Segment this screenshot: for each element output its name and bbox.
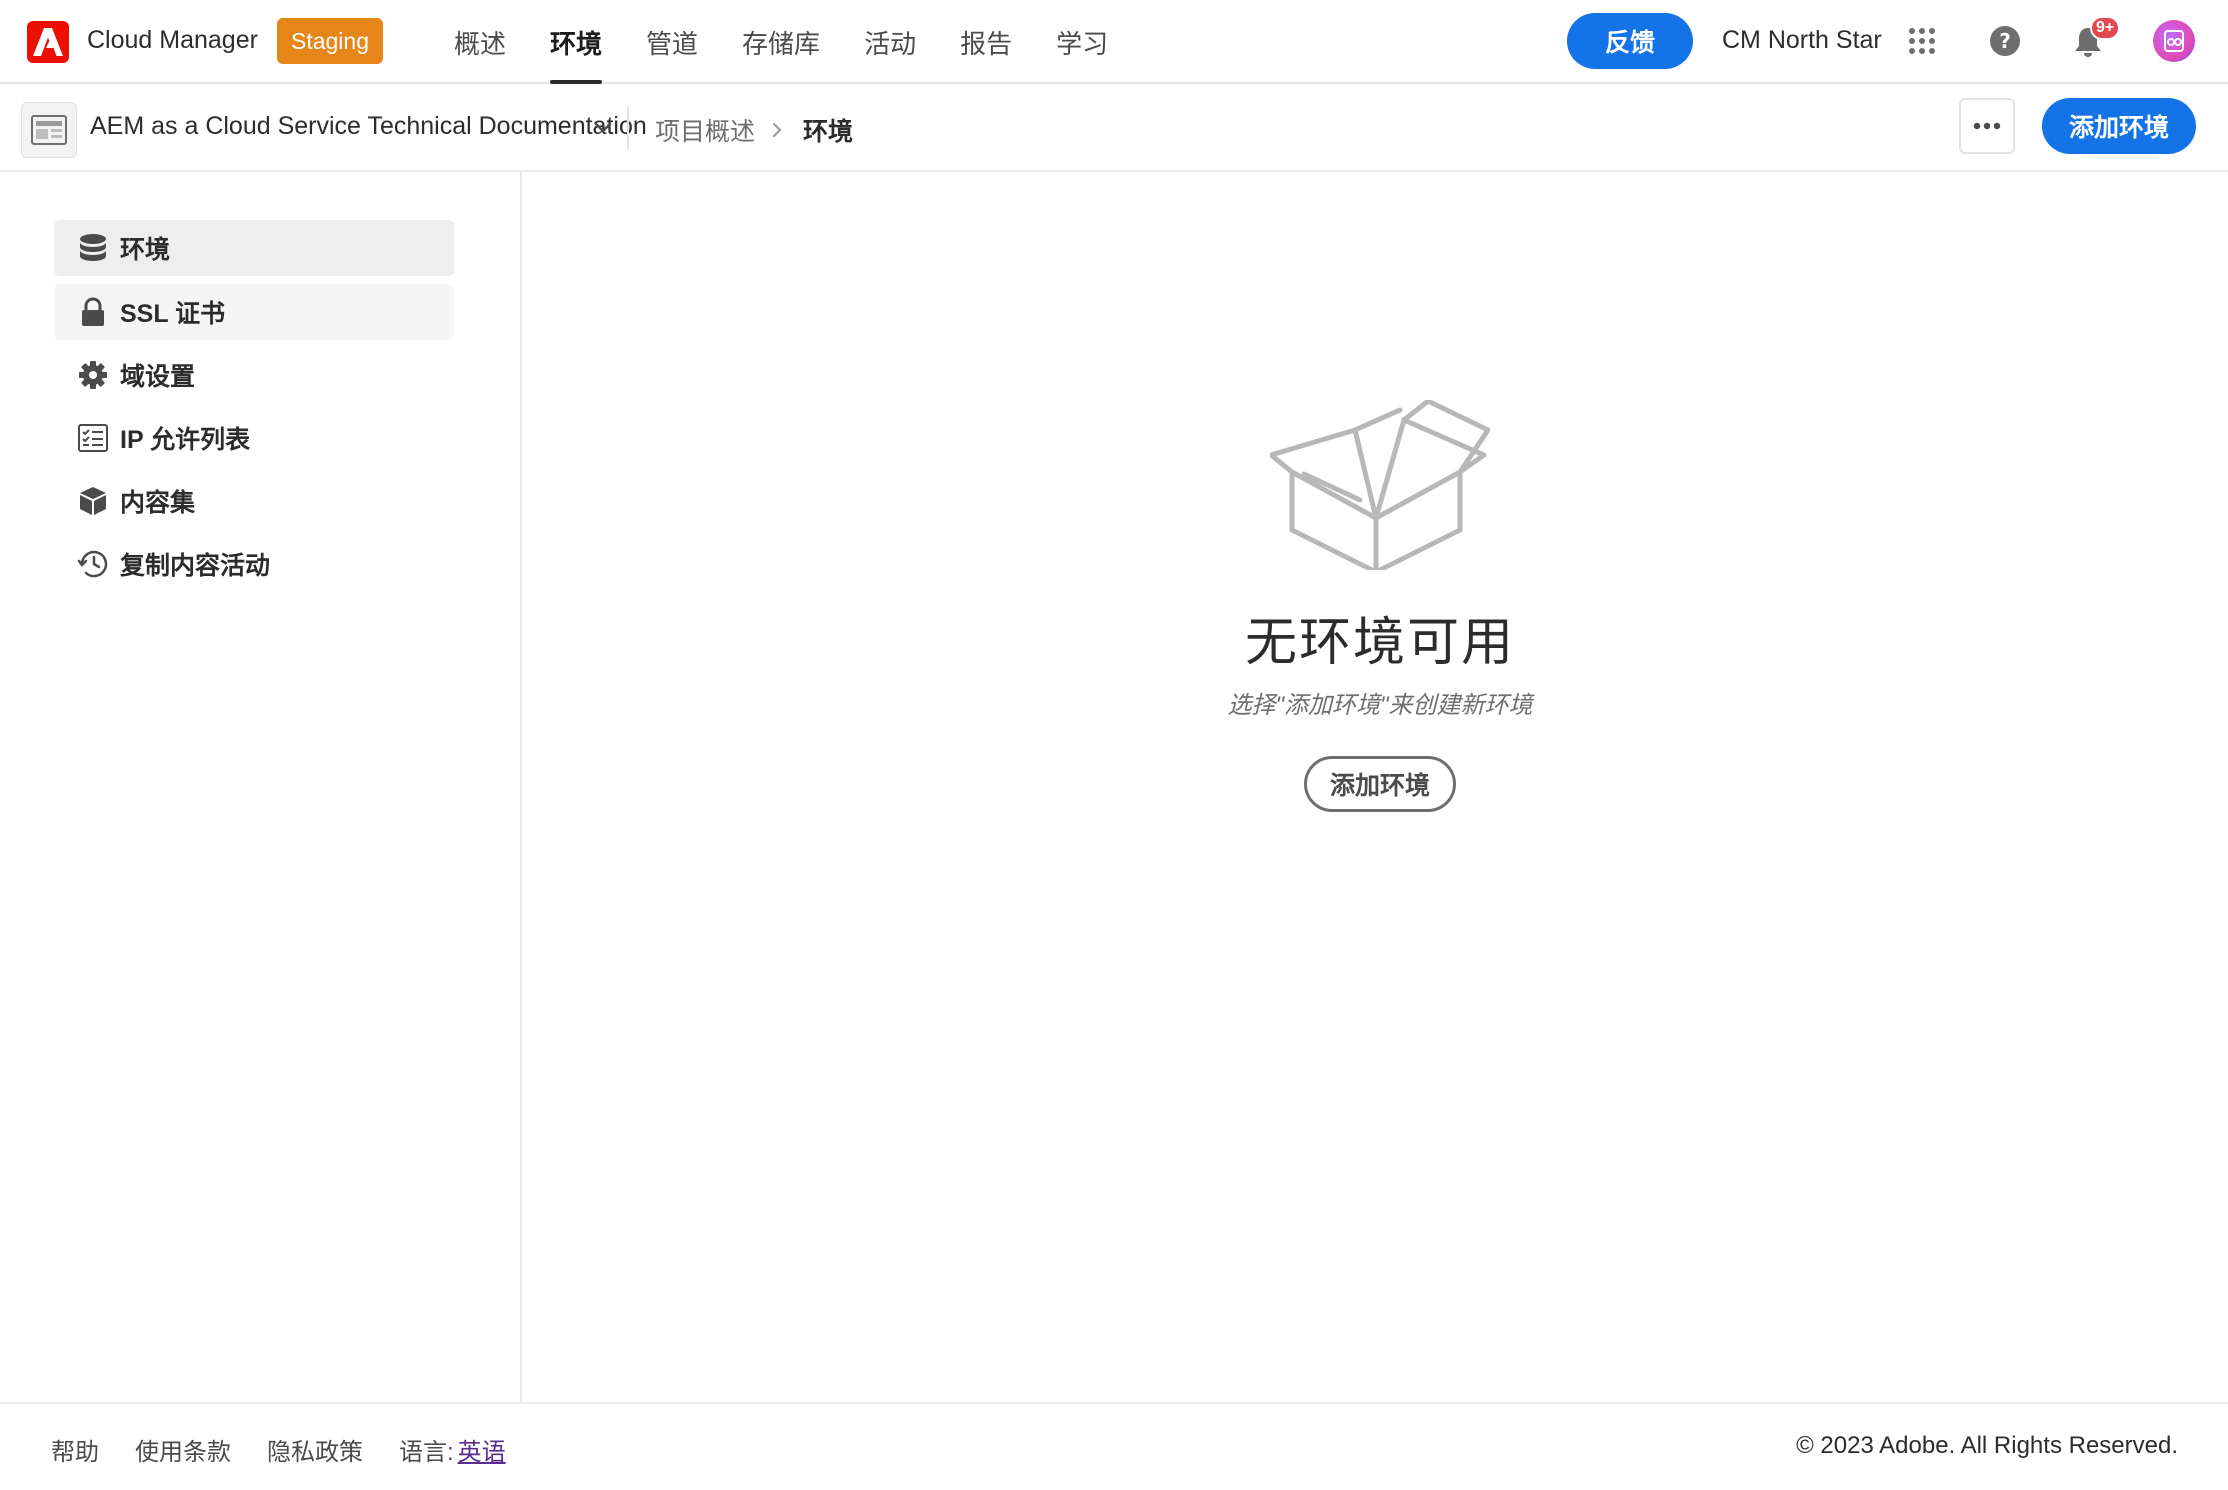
breadcrumb-current: 环境 [803, 118, 854, 146]
top-navigation-bar: Cloud Manager Staging 概述 环境 管道 存储库 活动 报告… [0, 0, 2228, 84]
nav-tab-activity[interactable]: 活动 [842, 0, 938, 84]
breadcrumb: 项目概述 环境 [655, 112, 853, 148]
gear-icon [76, 358, 110, 392]
chevron-right-icon [771, 122, 787, 138]
history-icon [76, 547, 110, 581]
empty-state: 无环境可用 选择"添加环境"来创建新环境 添加环境 [1078, 400, 1682, 812]
feedback-button[interactable]: 反馈 [1567, 13, 1693, 69]
empty-state-title: 无环境可用 [1244, 614, 1515, 672]
database-icon [76, 231, 110, 265]
program-selector[interactable]: AEM as a Cloud Service Technical Documen… [90, 112, 647, 141]
notification-count-badge: 9+ [2090, 16, 2121, 40]
lock-icon [76, 295, 110, 329]
adobe-logo-icon[interactable] [27, 21, 69, 63]
header-divider [627, 106, 629, 150]
nav-tab-repositories[interactable]: 存储库 [720, 0, 842, 84]
sidebar-item-ssl-certificates[interactable]: SSL 证书 [54, 284, 454, 340]
footer-language-label: 语言: [399, 1439, 454, 1466]
footer-privacy-link[interactable]: 隐私政策 [267, 1432, 363, 1467]
nav-tab-reports[interactable]: 报告 [938, 0, 1034, 84]
nav-tab-learn[interactable]: 学习 [1034, 0, 1130, 84]
sidebar-item-environments[interactable]: 环境 [54, 220, 454, 276]
add-environment-button[interactable]: 添加环境 [2042, 98, 2196, 154]
copyright-text: © 2023 Adobe. All Rights Reserved. [1796, 1432, 2178, 1459]
sidebar-item-label: 复制内容活动 [120, 552, 271, 580]
program-header: AEM as a Cloud Service Technical Documen… [0, 84, 2228, 172]
breadcrumb-program-overview[interactable]: 项目概述 [655, 112, 755, 148]
org-switcher[interactable]: CM North Star [1722, 26, 1882, 55]
footer-links: 帮助 使用条款 隐私政策 语言: 英语 [51, 1432, 506, 1467]
checklist-icon [76, 421, 110, 455]
sidebar-item-label: 内容集 [120, 489, 196, 517]
sidebar-item-domain-settings[interactable]: 域设置 [54, 347, 454, 403]
sidebar-item-label: SSL 证书 [120, 300, 226, 328]
footer-language-link[interactable]: 英语 [458, 1432, 506, 1467]
ellipsis-icon [1973, 122, 2001, 130]
empty-box-icon [1270, 400, 1490, 570]
chevron-down-icon[interactable] [591, 116, 615, 140]
app-name[interactable]: Cloud Manager [87, 26, 258, 55]
sidebar-item-content-sets[interactable]: 内容集 [54, 473, 454, 529]
footer: 帮助 使用条款 隐私政策 语言: 英语 © 2023 Adobe. All Ri… [0, 1402, 2228, 1490]
sidebar-item-label: 环境 [120, 236, 171, 264]
sidebar-item-label: IP 允许列表 [120, 426, 251, 454]
empty-state-add-environment-button[interactable]: 添加环境 [1304, 756, 1456, 812]
nav-tab-overview[interactable]: 概述 [432, 0, 528, 84]
nav-tab-environments[interactable]: 环境 [528, 0, 624, 84]
help-icon[interactable]: ? [1985, 21, 2025, 61]
boxes-icon [76, 484, 110, 518]
nav-tab-pipelines[interactable]: 管道 [624, 0, 720, 84]
more-actions-button[interactable] [1959, 98, 2015, 154]
footer-help-link[interactable]: 帮助 [51, 1432, 99, 1467]
empty-state-description: 选择"添加环境"来创建新环境 [1227, 692, 1533, 719]
sidebar-item-copy-content-activity[interactable]: 复制内容活动 [54, 536, 454, 592]
footer-terms-link[interactable]: 使用条款 [135, 1432, 231, 1467]
sidebar-item-label: 域设置 [120, 363, 196, 391]
environment-badge: Staging [277, 18, 383, 64]
avatar[interactable] [2153, 20, 2195, 62]
app-grid-icon[interactable] [1902, 21, 1942, 61]
main-nav: 概述 环境 管道 存储库 活动 报告 学习 [432, 0, 1130, 84]
sidebar: 环境 SSL 证书 域设置 IP 允许列表 内容集 复制内容活动 [0, 172, 522, 1402]
svg-text:?: ? [1999, 29, 2011, 53]
program-thumbnail-icon [21, 102, 77, 158]
sidebar-item-ip-allow-lists[interactable]: IP 允许列表 [54, 410, 454, 466]
